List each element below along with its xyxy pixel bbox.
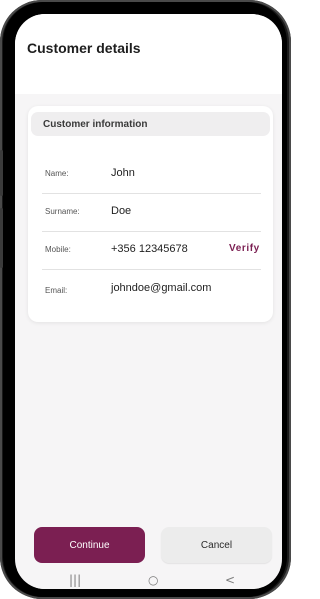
surname-label: Surname: <box>45 207 80 216</box>
mobile-row: Mobile: +356 12345678 Verify <box>28 232 273 270</box>
screen: Customer details Customer information Na… <box>15 14 282 589</box>
name-row: Name: John <box>28 156 273 194</box>
divider <box>42 269 261 270</box>
email-value[interactable]: johndoe@gmail.com <box>111 282 211 294</box>
phone-bezel: Customer details Customer information Na… <box>3 2 287 597</box>
mobile-value[interactable]: +356 12345678 <box>111 243 188 255</box>
customer-info-card: Customer information Name: John Surname:… <box>28 106 273 322</box>
surname-row: Surname: Doe <box>28 194 273 232</box>
email-row: Email: johndoe@gmail.com <box>28 273 273 311</box>
email-label: Email: <box>45 286 68 295</box>
verify-button[interactable]: Verify <box>229 243 260 254</box>
cancel-button[interactable]: Cancel <box>161 527 272 563</box>
name-label: Name: <box>45 169 69 178</box>
continue-button[interactable]: Continue <box>34 527 145 563</box>
card-title: Customer information <box>43 119 148 130</box>
phone-frame: Customer details Customer information Na… <box>0 0 291 599</box>
mobile-label: Mobile: <box>45 245 71 254</box>
recent-apps-icon[interactable]: ||| <box>69 574 81 586</box>
home-icon[interactable]: ○ <box>148 574 158 586</box>
page-title: Customer details <box>27 40 141 56</box>
name-value[interactable]: John <box>111 167 135 179</box>
surname-value[interactable]: Doe <box>111 205 131 217</box>
card-header: Customer information <box>31 112 270 136</box>
header: Customer details <box>15 14 282 94</box>
system-navbar: ||| ○ < <box>15 570 282 589</box>
back-icon[interactable]: < <box>225 574 235 586</box>
stage: Customer details Customer information Na… <box>0 0 291 599</box>
